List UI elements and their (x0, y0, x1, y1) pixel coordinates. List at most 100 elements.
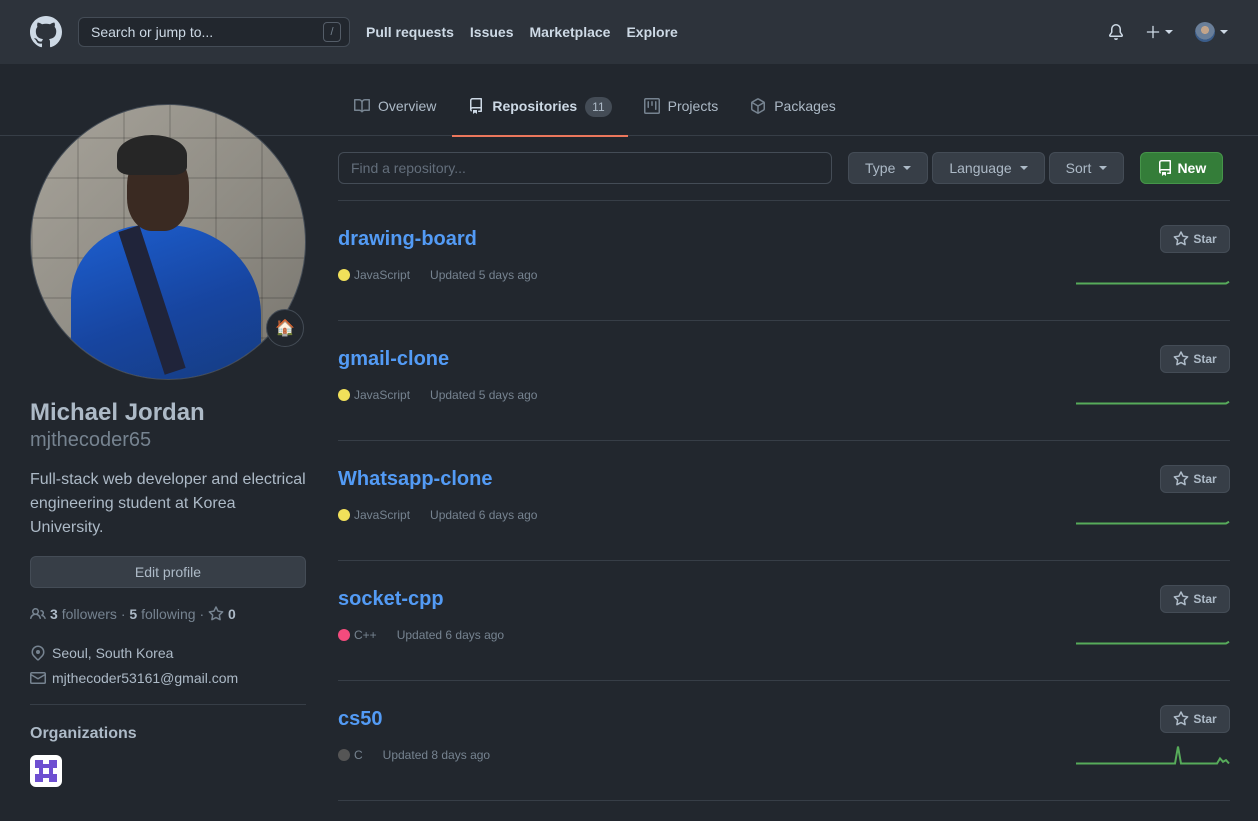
nav-marketplace[interactable]: Marketplace (530, 24, 611, 40)
list-item: Whatsapp-clone JavaScript Updated 6 days… (338, 441, 1230, 561)
repo-updated-time: Updated 8 days ago (382, 748, 491, 762)
repo-meta: C++ Updated 6 days ago (338, 628, 504, 642)
profile-avatar[interactable] (30, 104, 306, 380)
repo-meta: JavaScript Updated 5 days ago (338, 388, 537, 402)
profile-bio: Full-stack web developer and electrical … (30, 471, 306, 536)
star-label: Star (1193, 352, 1217, 366)
separator-dot: · (195, 606, 209, 622)
new-repository-button[interactable]: New (1140, 152, 1224, 184)
repo-meta: JavaScript Updated 5 days ago (338, 268, 537, 282)
create-new-dropdown[interactable] (1146, 25, 1173, 39)
tab-overview[interactable]: Overview (338, 88, 452, 136)
repo-updated-time: Updated 6 days ago (396, 628, 505, 642)
email-detail[interactable]: mjthecoder53161@gmail.com (30, 665, 306, 690)
star-button[interactable]: Star (1160, 465, 1230, 493)
language-color-dot (338, 629, 350, 641)
star-button[interactable]: Star (1160, 345, 1230, 373)
edit-profile-button[interactable]: Edit profile (30, 556, 306, 588)
type-filter-dropdown[interactable]: Type (848, 152, 929, 184)
star-button[interactable]: Star (1160, 585, 1230, 613)
divider (30, 704, 306, 705)
tab-label: Overview (378, 98, 437, 114)
notifications-bell-icon[interactable] (1108, 24, 1124, 40)
organization-logo-icon (31, 756, 61, 786)
chevron-down-icon (1220, 30, 1228, 34)
star-label: Star (1193, 592, 1217, 606)
star-icon (1173, 711, 1189, 726)
top-header: Search or jump to... / Pull requests Iss… (0, 0, 1258, 64)
location-text: Seoul, South Korea (52, 644, 174, 661)
followers-link[interactable]: 3 followers (30, 606, 117, 622)
language-color-dot (338, 269, 350, 281)
package-icon (751, 98, 766, 114)
sort-label: Sort (1065, 160, 1092, 176)
tab-repositories[interactable]: Repositories 11 (452, 88, 628, 137)
star-label: Star (1193, 472, 1217, 486)
repo-name-link[interactable]: socket-cpp (338, 588, 444, 611)
project-icon (643, 98, 660, 114)
repo-updated-time: Updated 5 days ago (430, 388, 538, 402)
repo-language: JavaScript (354, 268, 411, 282)
organization-avatar[interactable] (30, 755, 62, 787)
new-button-label: New (1177, 160, 1207, 176)
repo-updated-time: Updated 5 days ago (430, 268, 538, 282)
activity-sparkline-line (1076, 400, 1230, 405)
star-button[interactable]: Star (1160, 705, 1230, 733)
following-count: 5 (129, 606, 138, 622)
repo-count-badge: 11 (585, 97, 612, 117)
language-filter-dropdown[interactable]: Language (932, 152, 1045, 184)
sort-dropdown[interactable]: Sort (1048, 152, 1125, 184)
tab-label: Repositories (492, 98, 578, 114)
chevron-down-icon (1099, 166, 1108, 170)
activity-sparkline (1076, 640, 1230, 645)
repo-name-link[interactable]: gmail-clone (338, 348, 449, 371)
profile-details: Seoul, South Korea mjthecoder53161@gmail… (30, 640, 306, 690)
language-color-dot (338, 749, 350, 761)
repo-name-link[interactable]: Whatsapp-clone (338, 468, 492, 491)
follow-stats: 3 followers · 5 following · 0 (30, 606, 306, 622)
nav-issues[interactable]: Issues (470, 24, 514, 40)
status-emoji-button[interactable]: 🏠 (266, 309, 304, 347)
search-shortcut-key: / (323, 22, 341, 42)
stars-count: 0 (228, 606, 236, 622)
repo-language: JavaScript (354, 388, 411, 402)
list-item: drawing-board JavaScript Updated 5 days … (338, 201, 1230, 321)
search-input[interactable]: Search or jump to... / (78, 17, 350, 47)
repo-name-link[interactable]: drawing-board (338, 228, 477, 251)
header-actions (1108, 0, 1228, 64)
repo-language: C (354, 748, 363, 762)
star-button[interactable]: Star (1160, 225, 1230, 253)
star-icon (1173, 591, 1189, 606)
star-icon (1173, 351, 1189, 366)
book-icon (354, 98, 370, 113)
chevron-down-icon (1165, 30, 1173, 34)
repo-language: C++ (354, 628, 377, 642)
tab-label: Packages (774, 98, 836, 114)
list-item: socket-cpp C++ Updated 6 days ago Star (338, 561, 1230, 681)
nav-pull-requests[interactable]: Pull requests (366, 24, 454, 40)
tab-projects[interactable]: Projects (628, 88, 735, 136)
top-nav: Pull requests Issues Marketplace Explore (366, 24, 694, 40)
repo-name-link[interactable]: cs50 (338, 708, 383, 731)
stars-link[interactable]: 0 (208, 606, 236, 622)
repo-filter-bar: Type Language Sort New (338, 152, 1230, 184)
activity-sparkline (1076, 746, 1230, 765)
repository-list: drawing-board JavaScript Updated 5 days … (338, 200, 1230, 801)
find-repository-input[interactable] (338, 152, 832, 184)
activity-sparkline (1076, 400, 1230, 405)
language-color-dot (338, 509, 350, 521)
separator-dot: · (116, 606, 130, 622)
followers-label: followers (61, 606, 117, 622)
language-color-dot (338, 389, 350, 401)
github-logo-icon[interactable] (30, 16, 62, 48)
star-icon (208, 606, 224, 621)
list-item: gmail-clone JavaScript Updated 5 days ag… (338, 321, 1230, 441)
following-link[interactable]: 5 following (129, 606, 195, 622)
language-filter-label: Language (949, 160, 1012, 176)
location-icon (31, 644, 45, 661)
nav-explore[interactable]: Explore (626, 24, 677, 40)
user-menu-dropdown[interactable] (1195, 22, 1228, 42)
tab-packages[interactable]: Packages (734, 88, 851, 136)
profile-username: mjthecoder65 (30, 429, 152, 451)
plus-icon (1146, 25, 1160, 39)
